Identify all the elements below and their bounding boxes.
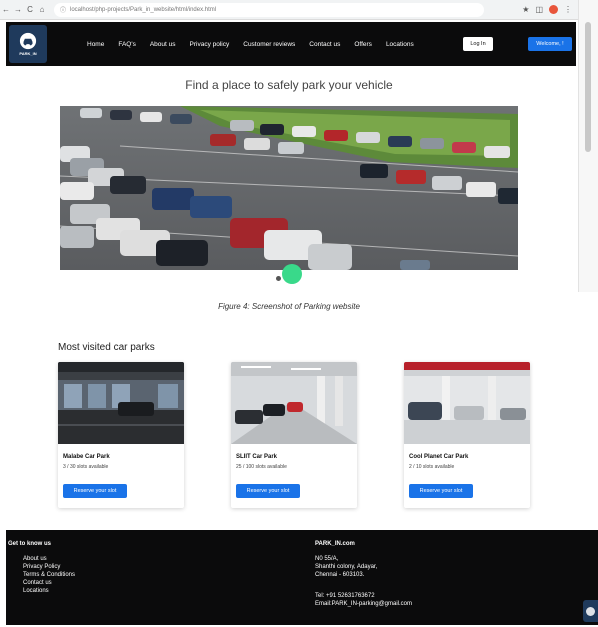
nav-faqs[interactable]: FAQ's	[118, 41, 136, 48]
home-icon[interactable]: ⌂	[36, 5, 48, 14]
address-line: Chennai - 603103.	[315, 572, 365, 578]
nav-offers[interactable]: Offers	[354, 41, 372, 48]
forward-icon[interactable]: →	[12, 5, 24, 14]
car-park-name: SLIIT Car Park	[236, 454, 278, 460]
address-url: localhost/php-projects/Park_in_website/h…	[70, 6, 217, 13]
nav-privacy-policy[interactable]: Privacy policy	[190, 41, 230, 48]
figure-caption: Figure 4: Screenshot of Parking website	[218, 302, 360, 311]
nav-locations[interactable]: Locations	[386, 41, 414, 48]
star-icon[interactable]: ★	[522, 5, 529, 14]
footer-contact: Tel: +91 52631763672 Email:PARK_IN-parki…	[315, 592, 412, 608]
car-park-card: Malabe Car Park 3 / 30 slots available R…	[58, 362, 184, 508]
footer-heading-left: Get to know us	[8, 541, 52, 547]
car-park-image	[231, 362, 357, 444]
back-icon[interactable]: ←	[0, 5, 12, 14]
car-park-name: Malabe Car Park	[63, 454, 110, 460]
address-line: N0 55/A,	[315, 556, 339, 562]
footer-email[interactable]: Email:PARK_IN-parking@gmail.com	[315, 600, 412, 608]
main-nav: Home FAQ's About us Privacy policy Custo…	[87, 41, 414, 48]
slots-available: 3 / 30 slots available	[63, 464, 109, 470]
footer-links: About us Privacy Policy Terms & Conditio…	[23, 555, 75, 595]
footer-link-about[interactable]: About us	[23, 555, 75, 563]
footer-link-privacy[interactable]: Privacy Policy	[23, 563, 75, 571]
slots-available: 25 / 100 slots available	[236, 464, 287, 470]
footer-address: N0 55/A, Shanthi colony, Adayar, Chennai…	[315, 555, 377, 579]
section-title: Most visited car parks	[58, 342, 155, 353]
scrollbar-thumb[interactable]	[585, 22, 591, 152]
parking-lot-image	[60, 106, 518, 270]
car-park-card: Cool Planet Car Park 2 / 10 slots availa…	[404, 362, 530, 508]
carousel-indicators	[276, 262, 316, 286]
car-park-card: SLIIT Car Park 25 / 100 slots available …	[231, 362, 357, 508]
carousel-dot[interactable]	[276, 276, 281, 281]
welcome-button[interactable]: Welcome, !	[528, 37, 572, 51]
carousel-dot-active[interactable]	[282, 264, 302, 284]
nav-contact-us[interactable]: Contact us	[309, 41, 340, 48]
hero-title: Find a place to safely park your vehicle	[185, 78, 393, 92]
browser-actions: ★ ◫ ⋮	[522, 5, 578, 14]
site-logo[interactable]: PARK_IN	[9, 25, 47, 63]
slots-available: 2 / 10 slots available	[409, 464, 455, 470]
chat-widget-button[interactable]	[583, 600, 598, 622]
menu-kebab-icon[interactable]: ⋮	[564, 5, 572, 14]
site-header: PARK_IN Home FAQ's About us Privacy poli…	[6, 22, 576, 66]
car-park-image	[58, 362, 184, 444]
browser-toolbar: ← → C ⌂ ⓘ localhost/php-projects/Park_in…	[0, 0, 578, 20]
footer-tel: Tel: +91 52631763672	[315, 593, 375, 599]
car-park-name: Cool Planet Car Park	[409, 454, 469, 460]
chat-icon	[586, 606, 595, 616]
page-scrollbar[interactable]	[578, 0, 598, 292]
reserve-slot-button[interactable]: Reserve your slot	[409, 484, 473, 498]
footer-link-locations[interactable]: Locations	[23, 587, 75, 595]
reserve-slot-button[interactable]: Reserve your slot	[236, 484, 300, 498]
profile-icon[interactable]	[549, 5, 558, 14]
extensions-icon[interactable]: ◫	[535, 5, 543, 14]
car-logo-icon	[19, 32, 37, 50]
nav-home[interactable]: Home	[87, 41, 104, 48]
site-info-icon[interactable]: ⓘ	[60, 5, 66, 14]
car-park-image	[404, 362, 530, 444]
address-line: Shanthi colony, Adayar,	[315, 564, 378, 570]
reserve-slot-button[interactable]: Reserve your slot	[63, 484, 127, 498]
hero-image	[60, 106, 518, 270]
nav-customer-reviews[interactable]: Customer reviews	[243, 41, 295, 48]
address-bar[interactable]: ⓘ localhost/php-projects/Park_in_website…	[54, 2, 484, 17]
footer-heading-right: PARK_IN.com	[315, 541, 355, 547]
site-footer: Get to know us About us Privacy Policy T…	[6, 530, 598, 625]
logo-text: PARK_IN	[19, 51, 37, 56]
reload-icon[interactable]: C	[24, 5, 36, 14]
footer-link-contact[interactable]: Contact us	[23, 579, 75, 587]
login-button[interactable]: Log In	[463, 37, 493, 51]
footer-link-terms[interactable]: Terms & Conditions	[23, 571, 75, 579]
nav-about-us[interactable]: About us	[150, 41, 176, 48]
